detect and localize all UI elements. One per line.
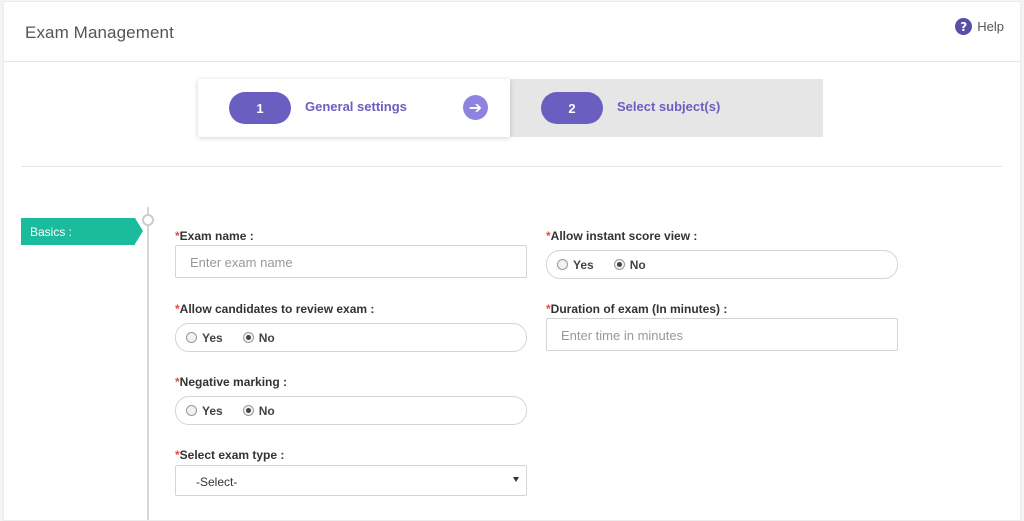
timeline-dot — [142, 214, 154, 226]
page-title: Exam Management — [25, 23, 174, 42]
wizard-steps: 1 General settings ➔ 2 Select subject(s) — [198, 79, 823, 137]
timeline-line — [147, 207, 149, 520]
step-number-2: 2 — [541, 92, 603, 124]
radio-checked-icon — [242, 332, 254, 343]
radio-circle-icon — [557, 259, 568, 270]
negative-marking-yes-radio[interactable]: Yes — [186, 404, 223, 418]
instant-score-label-text: Allow instant score view : — [550, 229, 698, 243]
section-label-basics: Basics : — [21, 218, 143, 245]
radio-label-yes: Yes — [202, 403, 223, 418]
radio-circle-icon — [186, 405, 197, 416]
negative-marking-radio-group: Yes No — [175, 396, 527, 425]
duration-label: *Duration of exam (In minutes) : — [546, 302, 727, 316]
step-label-select-subjects: Select subject(s) — [617, 99, 721, 114]
negative-marking-label-text: Negative marking : — [179, 375, 288, 389]
step-label-general-settings: General settings — [305, 99, 407, 114]
help-label: Help — [977, 19, 1004, 34]
arrow-right-circle-icon[interactable]: ➔ — [463, 95, 488, 120]
radio-checked-icon — [613, 259, 625, 270]
radio-label-no: No — [629, 257, 646, 272]
instant-score-no-radio[interactable]: No — [613, 257, 646, 272]
step-general-settings[interactable]: 1 General settings ➔ — [198, 79, 510, 137]
duration-input[interactable]: Enter time in minutes — [546, 318, 898, 351]
radio-label-yes: Yes — [573, 257, 594, 272]
review-exam-no-radio[interactable]: No — [242, 330, 275, 345]
caret-down-icon — [513, 477, 519, 482]
duration-label-text: Duration of exam (In minutes) : — [550, 302, 728, 316]
negative-marking-label: *Negative marking : — [175, 375, 287, 389]
review-exam-yes-radio[interactable]: Yes — [186, 331, 223, 345]
exam-name-input[interactable]: Enter exam name — [175, 245, 527, 278]
exam-type-select[interactable]: -Select- — [175, 465, 527, 496]
negative-marking-no-radio[interactable]: No — [242, 403, 275, 418]
help-link[interactable]: ? Help — [955, 18, 1004, 35]
instant-score-label: *Allow instant score view : — [546, 229, 697, 243]
exam-type-label-text: Select exam type : — [179, 448, 285, 462]
instant-score-yes-radio[interactable]: Yes — [557, 258, 594, 272]
exam-type-selected-value: -Select- — [196, 475, 238, 489]
instant-score-radio-group: Yes No — [546, 250, 898, 279]
question-circle-icon: ? — [955, 18, 973, 35]
exam-name-label-text: Exam name : — [179, 229, 254, 243]
radio-label-yes: Yes — [202, 330, 223, 345]
radio-label-no: No — [258, 403, 275, 418]
exam-name-label: *Exam name : — [175, 229, 254, 243]
radio-checked-icon — [242, 405, 254, 416]
review-exam-label-text: Allow candidates to review exam : — [179, 302, 375, 316]
step-number-1: 1 — [229, 92, 291, 124]
radio-label-no: No — [258, 330, 275, 345]
page-header: Exam Management ? Help — [4, 2, 1020, 62]
review-exam-radio-group: Yes No — [175, 323, 527, 352]
exam-type-label: *Select exam type : — [175, 448, 284, 462]
radio-circle-icon — [186, 332, 197, 343]
review-exam-label: *Allow candidates to review exam : — [175, 302, 374, 316]
section-divider — [21, 166, 1002, 167]
